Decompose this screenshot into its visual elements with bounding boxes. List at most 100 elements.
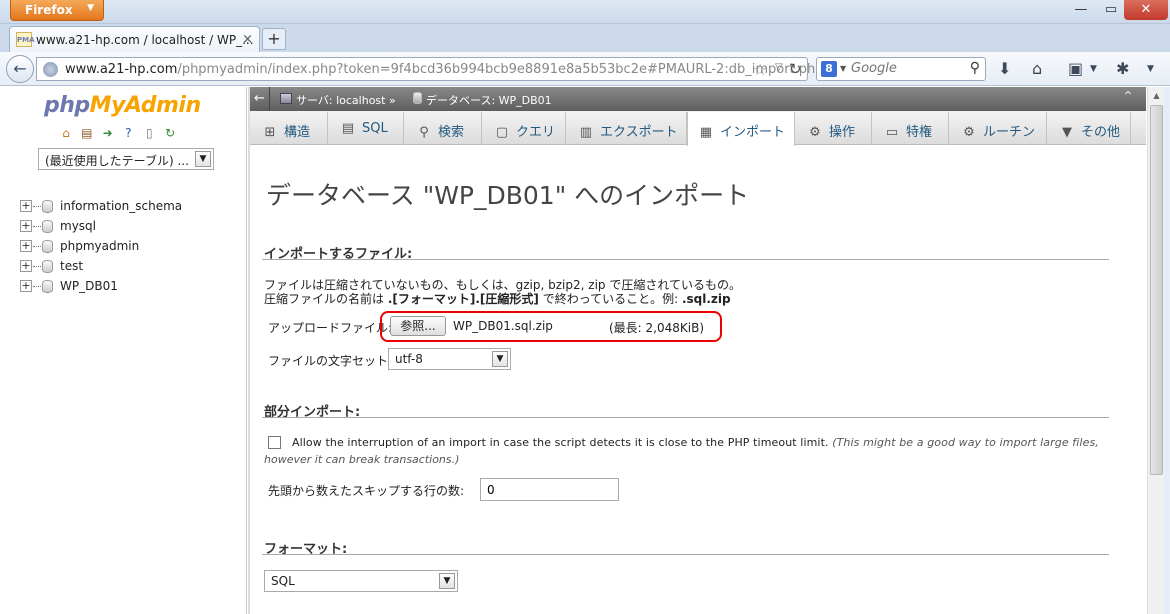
tab-export[interactable]: ▥ エクスポート — [566, 112, 687, 145]
reload-icon[interactable]: ↻ — [162, 125, 178, 141]
tab-operations[interactable]: ⚙ 操作 — [795, 112, 872, 145]
url-host: www.a21-hp.com — [65, 62, 178, 77]
chevron-down-icon[interactable]: ▼ — [1090, 64, 1097, 74]
divider — [262, 259, 1109, 260]
magnifier-icon[interactable]: ⚲ — [970, 60, 980, 76]
expand-icon[interactable]: + — [20, 220, 32, 232]
logout-icon[interactable]: ▤ — [79, 125, 95, 141]
chevron-down-icon: ▼ — [87, 3, 94, 13]
url-bar[interactable]: www.a21-hp.com/phpmyadmin/index.php?toke… — [36, 57, 815, 81]
allow-interrupt-note: however it can break transactions.) — [264, 453, 460, 466]
scroll-up-icon[interactable]: ▲ — [1148, 87, 1165, 104]
recent-tables-select[interactable]: (最近使用したテーブル) ... ▼ — [38, 148, 214, 170]
scrollbar-thumb[interactable] — [1150, 105, 1163, 475]
browser-tabstrip: PMA www.a21-hp.com / localhost / WP_... … — [0, 24, 1170, 52]
import-icon: ▦ — [699, 125, 713, 140]
query-icon: ▢ — [495, 125, 509, 140]
pma-favicon-icon: PMA — [16, 32, 35, 47]
breadcrumb-server[interactable]: サーバ: localhost » — [296, 92, 396, 108]
allow-interrupt-label[interactable]: Allow the interruption of an import in c… — [292, 436, 1099, 449]
window-titlebar: Firefox ▼ — ▭ ✕ — [0, 0, 1170, 24]
nav-quick-icons: ⌂ ▤ ➜ ? ▯ ↻ — [58, 125, 179, 141]
wrench-icon: ⚙ — [809, 125, 821, 140]
server-icon — [280, 93, 292, 104]
database-icon — [42, 200, 53, 213]
bookmarks-icon[interactable]: ▣ — [1068, 59, 1083, 78]
compression-hint: 圧縮ファイルの名前は .[フォーマット].[圧縮形式] で終わっていること。例:… — [264, 292, 731, 306]
back-button[interactable]: ← — [6, 55, 34, 83]
tab-query[interactable]: ▢ クエリ — [482, 112, 566, 145]
panel-splitter[interactable] — [248, 87, 250, 614]
search-engine-icon[interactable]: 8 — [821, 61, 837, 77]
globe-icon — [43, 62, 58, 77]
chevron-down-icon[interactable]: ▼ — [840, 64, 846, 73]
pma-tabs: ⊞ 構造 ▤ SQL ⚲ 検索 ▢ クエリ ▥ エクスポート ▦ インポート ⚙ 操作 ▭ 特権… — [250, 111, 1146, 146]
tab-structure[interactable]: ⊞ 構造 — [250, 112, 328, 145]
reload-icon[interactable]: ↻ — [789, 60, 802, 78]
skip-rows-label: 先頭から数えたスキップする行の数: — [268, 484, 465, 498]
upload-file-label: アップロードファイル: — [268, 321, 393, 335]
divider — [262, 554, 1109, 555]
firefox-menu-button[interactable]: Firefox ▼ — [10, 0, 104, 21]
database-icon — [42, 220, 53, 233]
history-dropdown-icon[interactable]: ▽ — [775, 62, 783, 73]
expand-icon[interactable]: + — [20, 280, 32, 292]
home-icon[interactable]: ⌂ — [58, 125, 74, 141]
breadcrumb: ← サーバ: localhost » データベース: WP_DB01 ⌃ — [250, 87, 1146, 111]
highlight-annotation — [380, 311, 722, 342]
close-window-button[interactable]: ✕ — [1124, 0, 1168, 20]
tab-routines[interactable]: ⚙ ルーチン — [949, 112, 1047, 145]
addon-icon[interactable]: ✱ — [1116, 59, 1129, 78]
query-window-icon[interactable]: ➜ — [100, 125, 116, 141]
home-icon[interactable]: ⌂ — [1032, 59, 1042, 78]
expand-icon[interactable]: + — [20, 240, 32, 252]
database-icon — [42, 240, 53, 253]
tab-search[interactable]: ⚲ 検索 — [404, 112, 482, 145]
chevron-down-icon: ▼ — [195, 151, 211, 167]
search-input[interactable] — [851, 61, 961, 76]
format-select[interactable]: SQL ▼ — [264, 570, 458, 592]
sql-icon: ▤ — [341, 121, 355, 136]
close-tab-icon[interactable]: × — [242, 32, 253, 47]
expand-icon[interactable]: + — [20, 200, 32, 212]
privileges-icon: ▭ — [885, 125, 899, 140]
maximize-button[interactable]: ▭ — [1096, 0, 1126, 20]
docs-icon[interactable]: ▯ — [141, 125, 157, 141]
structure-icon: ⊞ — [264, 125, 276, 140]
allow-interrupt-checkbox[interactable] — [268, 436, 281, 449]
chevron-down-icon: ▼ — [1062, 125, 1072, 140]
collapse-top-icon[interactable]: ⌃ — [1122, 89, 1134, 105]
minimize-button[interactable]: — — [1066, 0, 1096, 20]
chevron-down-icon: ▼ — [439, 573, 455, 589]
download-icon[interactable]: ⬇ — [998, 59, 1011, 78]
tab-import[interactable]: ▦ インポート — [687, 112, 795, 146]
bookmark-star-icon[interactable]: ☆ — [753, 60, 767, 79]
chevron-down-icon: ▼ — [492, 351, 508, 367]
search-icon: ⚲ — [419, 125, 429, 140]
charset-select[interactable]: utf-8 ▼ — [388, 348, 511, 370]
database-icon — [42, 280, 53, 293]
url-text[interactable]: www.a21-hp.com/phpmyadmin/index.php?toke… — [65, 62, 815, 77]
page-title: データベース "WP_DB01" へのインポート — [266, 181, 750, 210]
phpmyadmin-logo[interactable]: phpMyAdmin — [44, 93, 201, 118]
new-tab-button[interactable]: + — [262, 28, 286, 50]
breadcrumb-database[interactable]: データベース: WP_DB01 — [426, 92, 552, 108]
search-bar[interactable]: 8 ▼ ⚲ — [816, 57, 986, 81]
expand-icon[interactable]: + — [20, 260, 32, 272]
collapse-nav-icon[interactable]: ← — [250, 87, 270, 111]
tab-title: www.a21-hp.com / localhost / WP_... — [36, 33, 254, 47]
skip-rows-input[interactable] — [480, 478, 619, 501]
vertical-scrollbar[interactable]: ▲ — [1147, 87, 1164, 614]
database-icon — [413, 92, 422, 104]
pma-navigation-panel: phpMyAdmin ⌂ ▤ ➜ ? ▯ ↻ (最近使用したテーブル) ... ▼… — [0, 87, 247, 614]
routines-icon: ⚙ — [963, 125, 975, 140]
url-path: /phpmyadmin/index.php?token=9f4bcd36b994… — [177, 62, 816, 77]
chevron-down-icon[interactable]: ▼ — [1147, 64, 1154, 74]
charset-label: ファイルの文字セット: — [268, 354, 393, 368]
tab-sql[interactable]: ▤ SQL — [328, 112, 404, 145]
browser-tab[interactable]: PMA www.a21-hp.com / localhost / WP_... … — [9, 26, 260, 52]
help-icon[interactable]: ? — [120, 125, 136, 141]
navigation-toolbar: ← www.a21-hp.com/phpmyadmin/index.php?to… — [0, 52, 1170, 86]
tab-more[interactable]: ▼ その他 — [1047, 112, 1131, 145]
tab-privileges[interactable]: ▭ 特権 — [872, 112, 949, 145]
